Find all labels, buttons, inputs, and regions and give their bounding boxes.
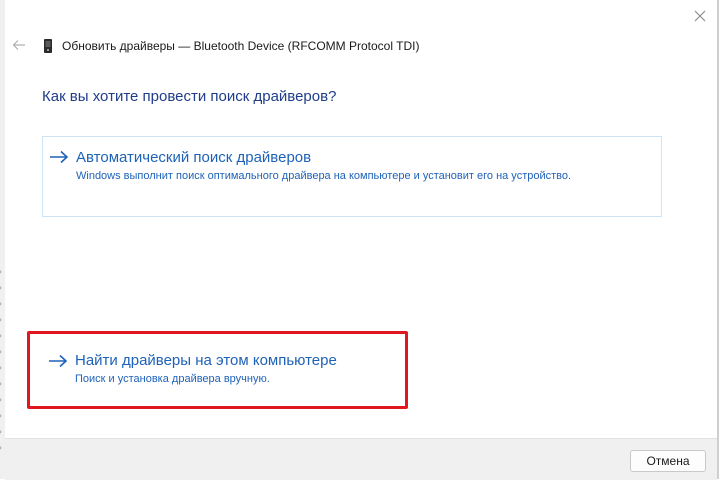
option-title: Найти драйверы на этом компьютере [75,352,337,369]
back-arrow-icon [12,40,25,50]
update-drivers-dialog: Обновить драйверы — Bluetooth Device (RF… [5,0,719,480]
page-heading: Как вы хотите провести поиск драйверов? [42,88,337,105]
auto-search-option[interactable]: Автоматический поиск драйверов Windows в… [42,136,662,217]
arrow-right-icon [50,150,69,164]
back-button[interactable] [10,36,28,54]
bluetooth-device-icon [44,39,52,53]
dialog-footer: Отмена [5,438,717,480]
arrow-right-icon [49,354,68,368]
option-title: Автоматический поиск драйверов [76,149,312,166]
close-button[interactable] [691,7,709,25]
close-icon [694,10,706,22]
option-description: Windows выполнит поиск оптимального драй… [76,170,572,182]
window-title: Обновить драйверы — Bluetooth Device (RF… [62,39,420,53]
option-description: Поиск и установка драйвера вручную. [75,373,270,385]
browse-computer-option[interactable]: Найти драйверы на этом компьютере Поиск … [42,343,412,399]
cancel-button[interactable]: Отмена [630,450,706,472]
